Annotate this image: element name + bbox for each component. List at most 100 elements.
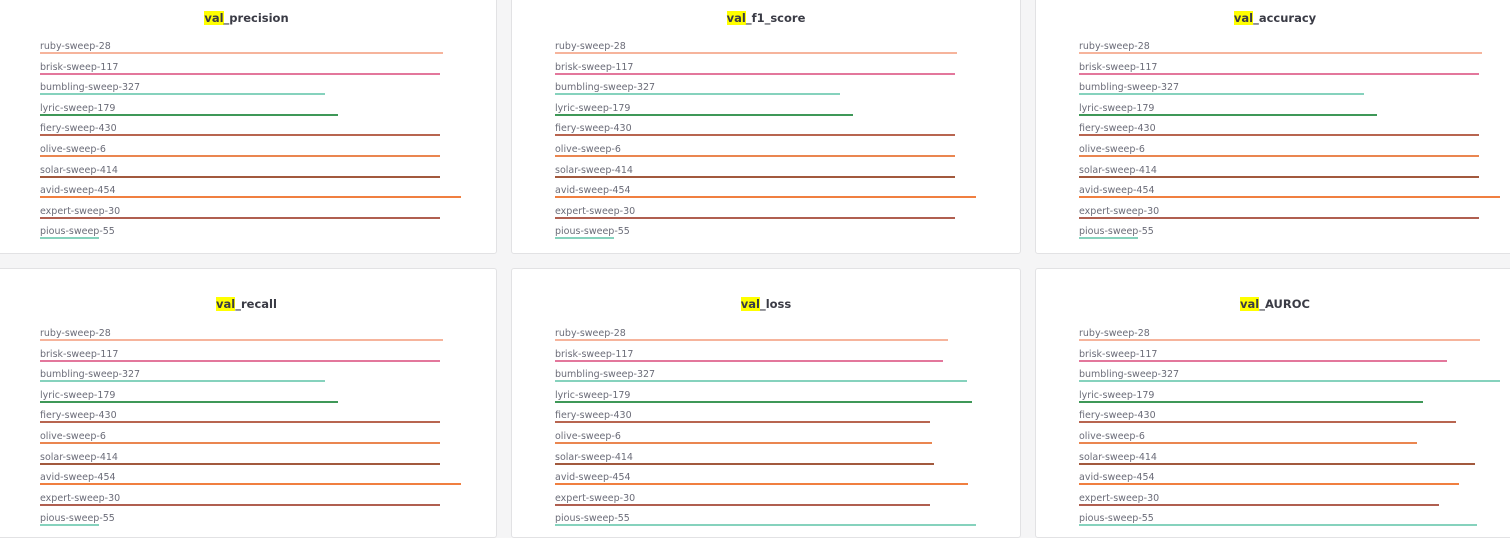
bar[interactable] bbox=[555, 421, 930, 424]
bar-row[interactable]: expert-sweep-30 bbox=[1079, 493, 1500, 509]
bar-row[interactable]: lyric-sweep-179 bbox=[40, 103, 461, 119]
bar[interactable] bbox=[40, 339, 443, 341]
bar[interactable] bbox=[40, 359, 440, 362]
bar[interactable] bbox=[1079, 93, 1365, 96]
bar[interactable] bbox=[40, 421, 440, 424]
bar[interactable] bbox=[40, 462, 440, 465]
bar-row[interactable]: bumbling-sweep-327 bbox=[40, 369, 461, 385]
bar[interactable] bbox=[1079, 52, 1482, 54]
bar[interactable] bbox=[555, 380, 967, 383]
bar-row[interactable]: solar-sweep-414 bbox=[1079, 452, 1500, 468]
bar-row[interactable]: brisk-sweep-117 bbox=[1079, 62, 1500, 78]
bar-row[interactable]: fiery-sweep-430 bbox=[555, 410, 976, 426]
bar-row[interactable]: pious-sweep-55 bbox=[40, 513, 461, 529]
bar-row[interactable]: solar-sweep-414 bbox=[1079, 165, 1500, 181]
bar[interactable] bbox=[1079, 503, 1439, 506]
bar-row[interactable]: brisk-sweep-117 bbox=[1079, 349, 1500, 365]
bar-row[interactable]: expert-sweep-30 bbox=[40, 206, 461, 222]
bar[interactable] bbox=[40, 134, 440, 137]
bar-row[interactable]: fiery-sweep-430 bbox=[40, 410, 461, 426]
bar[interactable] bbox=[555, 72, 955, 75]
bar-row[interactable]: brisk-sweep-117 bbox=[555, 62, 976, 78]
bar-row[interactable]: ruby-sweep-28 bbox=[555, 328, 976, 344]
bar-row[interactable]: fiery-sweep-430 bbox=[40, 123, 461, 139]
bar-row[interactable]: pious-sweep-55 bbox=[555, 513, 976, 529]
bar[interactable] bbox=[1079, 339, 1481, 341]
bar-row[interactable]: fiery-sweep-430 bbox=[1079, 123, 1500, 139]
bar[interactable] bbox=[40, 155, 440, 157]
bar-row[interactable]: lyric-sweep-179 bbox=[1079, 103, 1500, 119]
bar-row[interactable]: fiery-sweep-430 bbox=[555, 123, 976, 139]
bar[interactable] bbox=[1079, 196, 1500, 199]
bar[interactable] bbox=[1079, 72, 1479, 75]
bar-row[interactable]: solar-sweep-414 bbox=[40, 165, 461, 181]
bar-row[interactable]: bumbling-sweep-327 bbox=[555, 82, 976, 98]
bar[interactable] bbox=[555, 483, 968, 486]
bar[interactable] bbox=[1079, 175, 1479, 178]
bar[interactable] bbox=[1079, 524, 1477, 527]
bar[interactable] bbox=[40, 483, 461, 486]
bar[interactable] bbox=[1079, 237, 1138, 240]
bar-row[interactable]: lyric-sweep-179 bbox=[1079, 390, 1500, 406]
bar-row[interactable]: lyric-sweep-179 bbox=[555, 390, 976, 406]
bar[interactable] bbox=[40, 503, 440, 506]
bar[interactable] bbox=[1079, 113, 1378, 116]
bar-row[interactable]: avid-sweep-454 bbox=[555, 185, 976, 201]
bar[interactable] bbox=[555, 524, 976, 527]
bar[interactable] bbox=[555, 339, 948, 341]
bar[interactable] bbox=[1079, 380, 1500, 383]
bar[interactable] bbox=[555, 442, 932, 444]
bar-row[interactable]: avid-sweep-454 bbox=[555, 472, 976, 488]
bar[interactable] bbox=[40, 216, 440, 219]
bar[interactable] bbox=[555, 52, 958, 54]
bar[interactable] bbox=[555, 93, 841, 96]
bar[interactable] bbox=[40, 196, 461, 199]
bar-row[interactable]: olive-sweep-6 bbox=[40, 144, 461, 160]
bar[interactable] bbox=[40, 72, 440, 75]
bar[interactable] bbox=[555, 175, 955, 178]
bar[interactable] bbox=[40, 93, 326, 96]
bar-row[interactable]: bumbling-sweep-327 bbox=[1079, 369, 1500, 385]
bar[interactable] bbox=[40, 52, 443, 54]
bar-row[interactable]: ruby-sweep-28 bbox=[555, 41, 976, 57]
bar[interactable] bbox=[40, 175, 440, 178]
bar[interactable] bbox=[555, 359, 944, 362]
bar-row[interactable]: ruby-sweep-28 bbox=[1079, 41, 1500, 57]
bar-row[interactable]: pious-sweep-55 bbox=[555, 226, 976, 242]
bar[interactable] bbox=[40, 113, 339, 116]
bar[interactable] bbox=[40, 400, 339, 403]
bar[interactable] bbox=[1079, 216, 1479, 219]
bar-row[interactable]: olive-sweep-6 bbox=[555, 144, 976, 160]
bar[interactable] bbox=[40, 380, 326, 383]
bar[interactable] bbox=[40, 524, 99, 527]
bar-row[interactable]: ruby-sweep-28 bbox=[40, 328, 461, 344]
bar-row[interactable]: olive-sweep-6 bbox=[1079, 431, 1500, 447]
bar-row[interactable]: expert-sweep-30 bbox=[555, 493, 976, 509]
bar[interactable] bbox=[1079, 155, 1479, 157]
bar-row[interactable]: bumbling-sweep-327 bbox=[40, 82, 461, 98]
bar[interactable] bbox=[1079, 462, 1475, 465]
bar-row[interactable]: lyric-sweep-179 bbox=[40, 390, 461, 406]
bar-row[interactable]: bumbling-sweep-327 bbox=[555, 369, 976, 385]
bar[interactable] bbox=[1079, 483, 1460, 486]
bar[interactable] bbox=[1079, 359, 1447, 362]
bar-row[interactable]: brisk-sweep-117 bbox=[40, 62, 461, 78]
bar[interactable] bbox=[555, 155, 955, 157]
bar[interactable] bbox=[1079, 134, 1479, 137]
bar[interactable] bbox=[1079, 442, 1417, 444]
bar-row[interactable]: expert-sweep-30 bbox=[40, 493, 461, 509]
bar-row[interactable]: expert-sweep-30 bbox=[1079, 206, 1500, 222]
bar-row[interactable]: avid-sweep-454 bbox=[1079, 472, 1500, 488]
bar-row[interactable]: pious-sweep-55 bbox=[1079, 226, 1500, 242]
bar-row[interactable]: avid-sweep-454 bbox=[1079, 185, 1500, 201]
bar[interactable] bbox=[555, 462, 934, 465]
bar-row[interactable]: solar-sweep-414 bbox=[555, 165, 976, 181]
bar-row[interactable]: avid-sweep-454 bbox=[40, 472, 461, 488]
bar[interactable] bbox=[555, 196, 976, 199]
bar-row[interactable]: olive-sweep-6 bbox=[40, 431, 461, 447]
bar[interactable] bbox=[40, 237, 99, 240]
bar-row[interactable]: brisk-sweep-117 bbox=[555, 349, 976, 365]
bar-row[interactable]: olive-sweep-6 bbox=[555, 431, 976, 447]
bar[interactable] bbox=[40, 442, 440, 444]
bar-row[interactable]: avid-sweep-454 bbox=[40, 185, 461, 201]
